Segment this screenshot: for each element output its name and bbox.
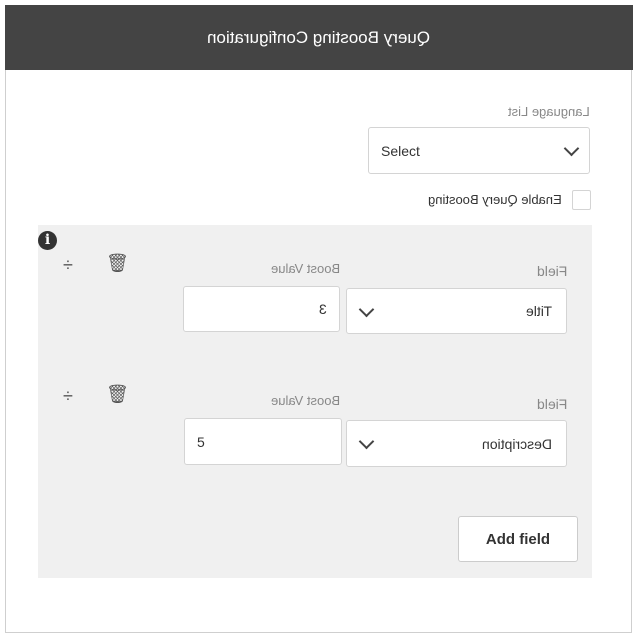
chevron-down-icon (358, 433, 375, 450)
info-icon[interactable]: i (38, 231, 57, 250)
page-title: Query Boosting Configuration (207, 27, 431, 47)
enable-query-boosting-label: Enable Query Boosting (428, 192, 562, 207)
move-icon[interactable]: ÷ (63, 386, 73, 407)
boost-value-input[interactable]: 3 (183, 286, 340, 332)
field-select[interactable]: Description (346, 420, 567, 467)
language-select-value: Select (381, 142, 420, 159)
trash-icon[interactable]: 🗑 (106, 384, 129, 405)
field-label: Field (536, 396, 567, 412)
add-field-button[interactable]: Add field (458, 516, 578, 562)
boost-value-input[interactable]: 5 (184, 418, 342, 465)
trash-icon[interactable]: 🗑 (106, 253, 129, 274)
move-icon[interactable]: ÷ (63, 255, 73, 276)
chevron-down-icon (358, 301, 375, 317)
language-list-label: Language List (508, 104, 590, 119)
enable-query-boosting-checkbox[interactable] (572, 190, 591, 210)
field-select[interactable]: Title (346, 288, 567, 334)
field-label: Field (536, 263, 567, 279)
header: Query Boosting Configuration (5, 5, 633, 70)
boost-value-label: Boost Value (270, 393, 340, 408)
chevron-down-icon (563, 140, 580, 157)
language-select[interactable]: Select (368, 127, 590, 174)
boost-value-label: Boost Value (270, 261, 340, 276)
